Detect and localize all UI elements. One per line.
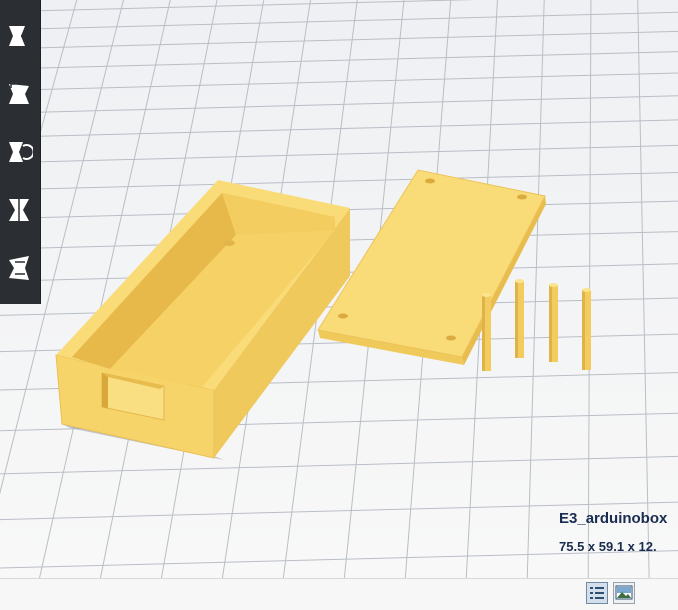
mirror-tool-button[interactable] <box>0 182 40 238</box>
rotate-tool-button[interactable] <box>0 124 40 180</box>
move-icon <box>9 26 33 46</box>
tool-panel <box>0 0 41 304</box>
list-view-icon <box>590 587 604 599</box>
list-view-button[interactable] <box>586 582 608 604</box>
image-view-icon <box>615 585 633 600</box>
build-plate-scene[interactable] <box>0 0 678 578</box>
rotate-icon <box>9 142 33 162</box>
model-dimensions-label: 75.5 x 59.1 x 12. <box>559 539 657 554</box>
mirror-icon <box>9 199 29 221</box>
status-bar <box>0 578 678 610</box>
per-model-settings-tool-button[interactable] <box>0 240 40 296</box>
move-tool-button[interactable] <box>0 8 40 64</box>
image-view-button[interactable] <box>613 582 635 604</box>
3d-viewport[interactable]: E3_arduinobox 75.5 x 59.1 x 12. <box>0 0 678 578</box>
per-model-settings-icon <box>9 256 29 280</box>
scale-tool-button[interactable] <box>0 66 40 122</box>
model-info-panel: E3_arduinobox 75.5 x 59.1 x 12. <box>559 510 667 554</box>
scale-icon <box>9 83 29 104</box>
model-name-label: E3_arduinobox <box>559 510 668 527</box>
